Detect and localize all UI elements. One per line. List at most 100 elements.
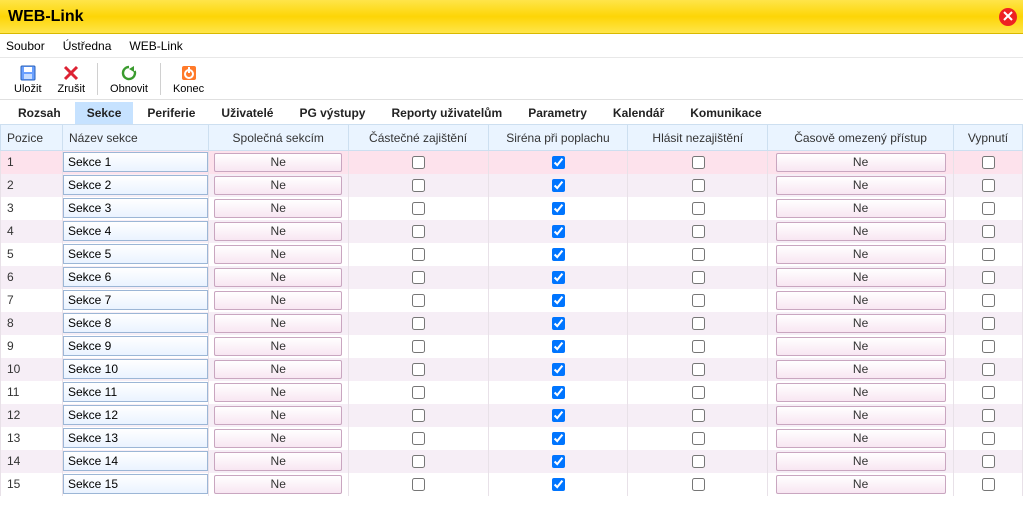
partial-arm-checkbox[interactable] <box>412 317 425 330</box>
siren-alarm-checkbox[interactable] <box>552 225 565 238</box>
table-row[interactable]: 13NeNe <box>1 427 1023 450</box>
siren-alarm-checkbox[interactable] <box>552 179 565 192</box>
table-row[interactable]: 5NeNe <box>1 243 1023 266</box>
disable-checkbox[interactable] <box>982 478 995 491</box>
time-limited-access-button[interactable]: Ne <box>776 429 946 448</box>
report-unarmed-checkbox[interactable] <box>692 294 705 307</box>
table-row[interactable]: 6NeNe <box>1 266 1023 289</box>
col-casove[interactable]: Časově omezený přístup <box>768 125 954 151</box>
section-name-input[interactable] <box>63 336 208 356</box>
report-unarmed-checkbox[interactable] <box>692 432 705 445</box>
end-button[interactable]: Konec <box>165 61 212 97</box>
tab-komunikace[interactable]: Komunikace <box>678 102 773 124</box>
table-row[interactable]: 4NeNe <box>1 220 1023 243</box>
report-unarmed-checkbox[interactable] <box>692 455 705 468</box>
siren-alarm-checkbox[interactable] <box>552 478 565 491</box>
siren-alarm-checkbox[interactable] <box>552 317 565 330</box>
common-sections-button[interactable]: Ne <box>214 406 342 425</box>
common-sections-button[interactable]: Ne <box>214 199 342 218</box>
table-row[interactable]: 12NeNe <box>1 404 1023 427</box>
table-row[interactable]: 3NeNe <box>1 197 1023 220</box>
report-unarmed-checkbox[interactable] <box>692 317 705 330</box>
partial-arm-checkbox[interactable] <box>412 225 425 238</box>
common-sections-button[interactable]: Ne <box>214 337 342 356</box>
close-button[interactable] <box>999 8 1017 26</box>
siren-alarm-checkbox[interactable] <box>552 363 565 376</box>
section-name-input[interactable] <box>63 290 208 310</box>
partial-arm-checkbox[interactable] <box>412 363 425 376</box>
common-sections-button[interactable]: Ne <box>214 383 342 402</box>
common-sections-button[interactable]: Ne <box>214 153 342 172</box>
time-limited-access-button[interactable]: Ne <box>776 291 946 310</box>
time-limited-access-button[interactable]: Ne <box>776 406 946 425</box>
common-sections-button[interactable]: Ne <box>214 360 342 379</box>
col-nazev[interactable]: Název sekce <box>62 125 208 151</box>
section-name-input[interactable] <box>63 244 208 264</box>
report-unarmed-checkbox[interactable] <box>692 202 705 215</box>
common-sections-button[interactable]: Ne <box>214 291 342 310</box>
tab-sekce[interactable]: Sekce <box>75 102 134 124</box>
partial-arm-checkbox[interactable] <box>412 409 425 422</box>
time-limited-access-button[interactable]: Ne <box>776 383 946 402</box>
section-name-input[interactable] <box>63 428 208 448</box>
time-limited-access-button[interactable]: Ne <box>776 153 946 172</box>
partial-arm-checkbox[interactable] <box>412 455 425 468</box>
col-hlasit[interactable]: Hlásit nezajištění <box>628 125 768 151</box>
menu-item-soubor[interactable]: Soubor <box>6 39 45 53</box>
section-name-input[interactable] <box>63 474 208 494</box>
common-sections-button[interactable]: Ne <box>214 176 342 195</box>
report-unarmed-checkbox[interactable] <box>692 179 705 192</box>
common-sections-button[interactable]: Ne <box>214 475 342 494</box>
siren-alarm-checkbox[interactable] <box>552 202 565 215</box>
table-row[interactable]: 1NeNe <box>1 151 1023 174</box>
report-unarmed-checkbox[interactable] <box>692 156 705 169</box>
time-limited-access-button[interactable]: Ne <box>776 245 946 264</box>
time-limited-access-button[interactable]: Ne <box>776 360 946 379</box>
time-limited-access-button[interactable]: Ne <box>776 337 946 356</box>
time-limited-access-button[interactable]: Ne <box>776 199 946 218</box>
tab-rozsah[interactable]: Rozsah <box>6 102 73 124</box>
disable-checkbox[interactable] <box>982 179 995 192</box>
disable-checkbox[interactable] <box>982 409 995 422</box>
table-row[interactable]: 10NeNe <box>1 358 1023 381</box>
tab-u-ivatel-[interactable]: Uživatelé <box>209 102 285 124</box>
partial-arm-checkbox[interactable] <box>412 340 425 353</box>
siren-alarm-checkbox[interactable] <box>552 156 565 169</box>
table-row[interactable]: 15NeNe <box>1 473 1023 496</box>
section-name-input[interactable] <box>63 405 208 425</box>
col-vypnuti[interactable]: Vypnutí <box>953 125 1022 151</box>
common-sections-button[interactable]: Ne <box>214 268 342 287</box>
common-sections-button[interactable]: Ne <box>214 314 342 333</box>
report-unarmed-checkbox[interactable] <box>692 409 705 422</box>
disable-checkbox[interactable] <box>982 432 995 445</box>
disable-checkbox[interactable] <box>982 386 995 399</box>
partial-arm-checkbox[interactable] <box>412 294 425 307</box>
section-name-input[interactable] <box>63 152 208 172</box>
disable-checkbox[interactable] <box>982 248 995 261</box>
col-spolecna[interactable]: Společná sekcím <box>208 125 348 151</box>
section-name-input[interactable] <box>63 267 208 287</box>
section-name-input[interactable] <box>63 175 208 195</box>
disable-checkbox[interactable] <box>982 455 995 468</box>
siren-alarm-checkbox[interactable] <box>552 386 565 399</box>
partial-arm-checkbox[interactable] <box>412 478 425 491</box>
table-row[interactable]: 14NeNe <box>1 450 1023 473</box>
partial-arm-checkbox[interactable] <box>412 179 425 192</box>
common-sections-button[interactable]: Ne <box>214 222 342 241</box>
section-name-input[interactable] <box>63 451 208 471</box>
partial-arm-checkbox[interactable] <box>412 271 425 284</box>
partial-arm-checkbox[interactable] <box>412 248 425 261</box>
report-unarmed-checkbox[interactable] <box>692 363 705 376</box>
tab-pg-v-stupy[interactable]: PG výstupy <box>287 102 377 124</box>
siren-alarm-checkbox[interactable] <box>552 455 565 468</box>
refresh-button[interactable]: Obnovit <box>102 61 156 97</box>
siren-alarm-checkbox[interactable] <box>552 409 565 422</box>
siren-alarm-checkbox[interactable] <box>552 248 565 261</box>
section-name-input[interactable] <box>63 382 208 402</box>
report-unarmed-checkbox[interactable] <box>692 248 705 261</box>
siren-alarm-checkbox[interactable] <box>552 271 565 284</box>
report-unarmed-checkbox[interactable] <box>692 386 705 399</box>
col-castecne[interactable]: Částečné zajištění <box>348 125 488 151</box>
col-sirena[interactable]: Siréna při poplachu <box>488 125 628 151</box>
disable-checkbox[interactable] <box>982 202 995 215</box>
